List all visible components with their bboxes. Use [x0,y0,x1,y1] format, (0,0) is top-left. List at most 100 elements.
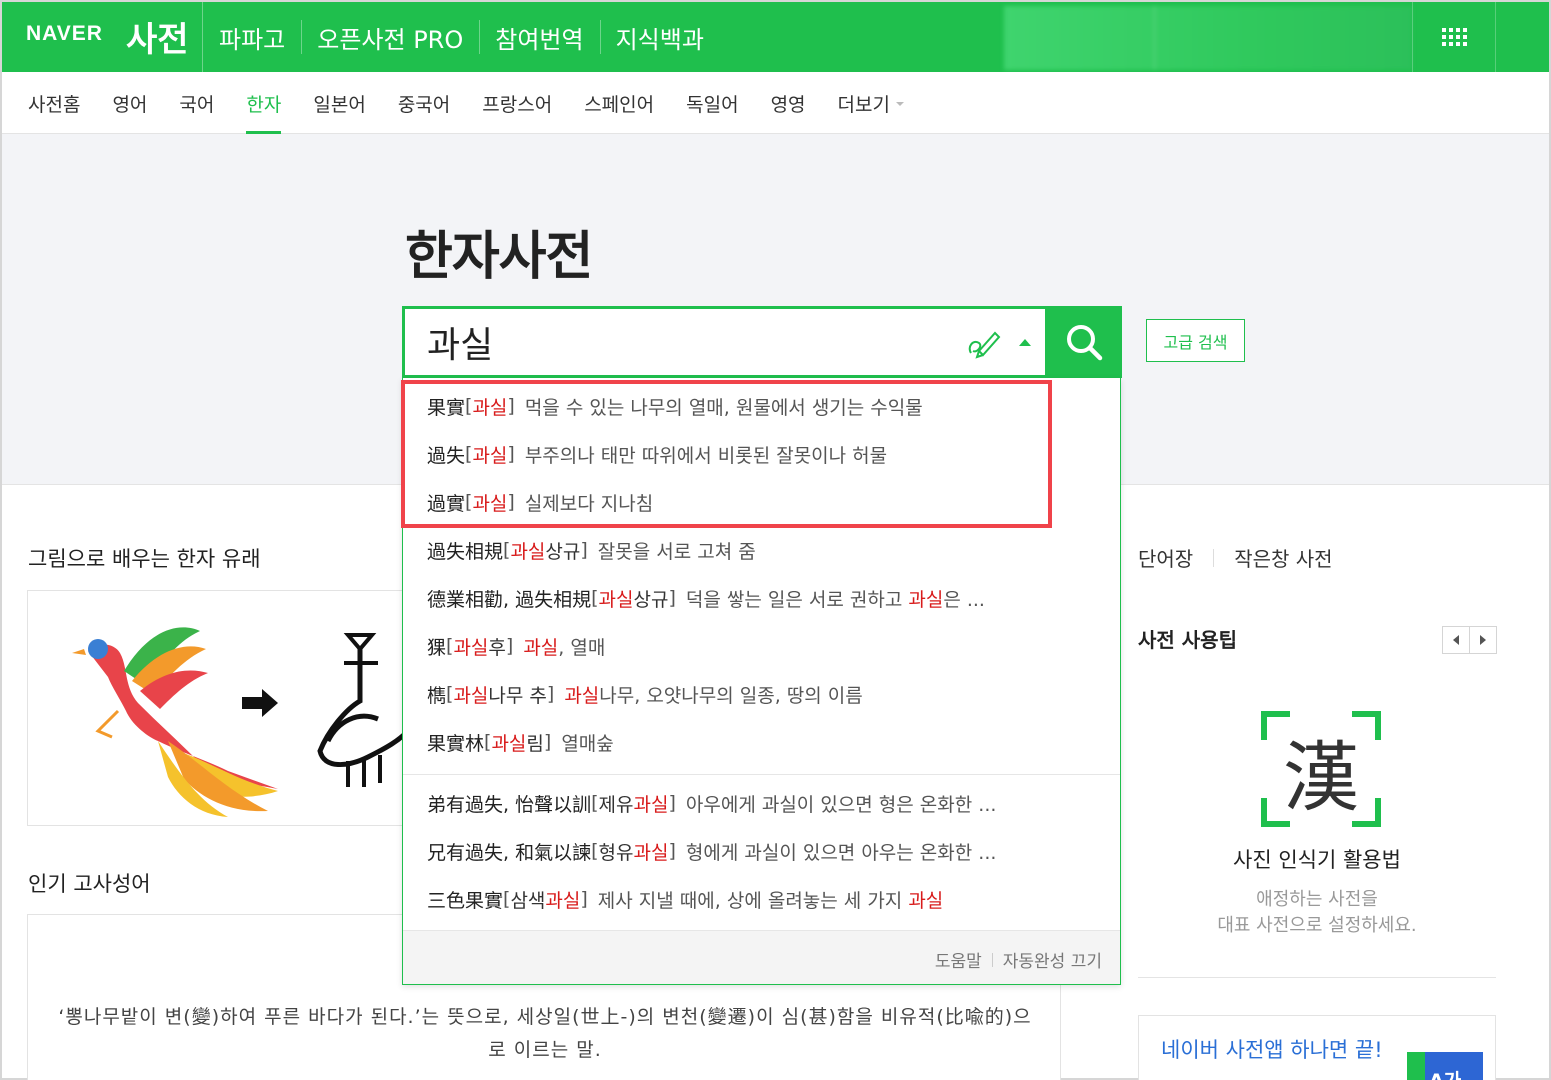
top-bar: NAVER 사전 파파고 오픈사전 PRO 참여번역 지식백과 [2,2,1549,72]
photo-recognizer-title[interactable]: 사진 인식기 활용법 [1138,844,1496,874]
chevron-up-icon[interactable] [1019,339,1031,346]
bracket: ] [507,443,515,465]
bracket: ] [580,888,588,910]
bracket: [ [465,491,473,513]
item-reading: 나무 추 [488,684,547,707]
wordbook-link[interactable]: 단어장 [1138,543,1193,572]
naver-logo[interactable]: NAVER [26,22,103,46]
autocomplete-item[interactable]: 過失[과실] 부주의나 태만 따위에서 비롯된 잘못이나 허물 [427,439,887,469]
autocomplete-item[interactable]: 德業相勸, 過失相規[ 과실 상규] 덕을 쌓는 일은 서로 권하고 과실은 ... [427,583,985,613]
item-meaning: 실제보다 지나침 [524,492,654,515]
tab-hanja[interactable]: 한자 [230,72,297,134]
item-meaning-part: 나무, 오얏나무의 일종, 땅의 이름 [599,684,863,707]
bracket: ] [505,635,514,657]
bracket: [ [591,587,599,609]
item-meaning: 과실나무, 오얏나무의 일종, 땅의 이름 [564,681,862,708]
autocomplete-help-link[interactable]: 도움말 [935,947,982,972]
tips-pager [1442,626,1497,654]
tab-english[interactable]: 영어 [96,72,163,134]
item-reading: 제유 [598,793,634,816]
item-hanja: 果實林 [427,732,485,755]
bracket: [ [465,443,473,465]
item-hanja: 檇 [427,684,447,707]
app-promo-card[interactable]: 네이버 사전앱 하나면 끝! A가 [1138,1015,1496,1080]
tab-german[interactable]: 독일어 [670,72,754,134]
hanja-char: 漢 [1283,733,1359,822]
bracket: ] [507,491,515,513]
search-input[interactable] [427,317,947,367]
utility-links: 단어장 작은창 사전 [1138,543,1333,572]
search-button[interactable] [1046,306,1122,378]
apps-grid-icon[interactable] [1412,2,1496,72]
phoenix-illustration [72,627,406,817]
autocomplete-item[interactable]: 過失相規[과실 상규] 잘못을 서로 고쳐 줌 [427,535,756,565]
next-button[interactable] [1469,627,1496,653]
item-meaning: 부주의나 태만 따위에서 비롯된 잘못이나 허물 [524,444,888,467]
item-meaning-match: 과실 [908,889,944,912]
top-nav-encyclopedia[interactable]: 지식백과 [599,2,720,72]
handwriting-input-icon[interactable] [965,327,1003,361]
tab-more-label: 더보기 [837,93,890,116]
blurred-user-area [1004,6,1412,70]
dictionary-logo[interactable]: 사전 [126,12,189,61]
bracket: ] [580,539,588,561]
item-hanja: 過失相規 [427,540,504,563]
mini-dictionary-link[interactable]: 작은창 사전 [1234,543,1332,572]
autocomplete-item[interactable]: 檇[과실 나무 추] 과실나무, 오얏나무의 일종, 땅의 이름 [427,679,863,709]
origin-section-title: 그림으로 배우는 한자 유래 [28,547,261,571]
item-reading-match: 과실 [453,636,489,659]
app-promo-text: 네이버 사전앱 하나면 끝! [1161,1038,1383,1062]
item-reading: 상규 [545,540,581,563]
autocomplete-item[interactable]: 果實[과실] 먹을 수 있는 나무의 열매, 원물에서 생기는 수익물 [427,391,923,421]
tab-spanish[interactable]: 스페인어 [568,72,670,134]
item-hanja: 果實 [427,396,466,419]
item-meaning: 먹을 수 있는 나무의 열매, 원물에서 생기는 수익물 [524,396,923,419]
item-reading-match: 과실 [598,588,634,611]
item-meaning-match: 과실 [523,636,559,659]
tab-japanese[interactable]: 일본어 [297,72,381,134]
tab-english-english[interactable]: 영영 [755,72,822,134]
item-meaning: 제사 지낼 때에, 상에 올려놓는 세 가지 과실 [598,886,944,913]
item-hanja: 兄有過失, 和氣以諫 [427,841,592,864]
divider [1213,548,1215,567]
bracket: ] [668,792,676,814]
item-reading: 형유 [598,841,634,864]
autocomplete-item[interactable]: 兄有過失, 和氣以諫[형유 과실] 형에게 과실이 있으면 아우는 온화한 ... [427,836,996,866]
top-nav-opendict-pro[interactable]: 오픈사전 PRO [301,2,479,72]
idiom-description: ‘뽕나무밭이 변(變)하여 푸른 바다가 된다.’는 뜻으로, 세상일(世上-)… [58,1006,1032,1061]
item-reading-match: 과실 [472,492,508,515]
photo-desc-line-2: 대표 사전으로 설정하세요. [1217,915,1417,936]
chevron-down-icon [895,102,904,106]
popular-idioms-title: 인기 고사성어 [28,872,151,896]
tab-home[interactable]: 사전홈 [12,72,96,134]
autocomplete-item[interactable]: 弟有過失, 怡聲以訓[제유 과실] 아우에게 과실이 있으면 형은 온화한 ... [427,788,996,818]
item-meaning-part: , 열매 [558,636,606,659]
advanced-search-button[interactable]: 고급 검색 [1146,319,1245,362]
photo-recognizer-icon[interactable]: 漢 [1260,710,1382,828]
item-reading-match: 과실 [453,684,489,707]
prev-button[interactable] [1443,627,1469,653]
item-hanja: 弟有過失, 怡聲以訓 [427,793,592,816]
app-icon: A가 [1407,1052,1483,1080]
chevron-right-icon [1480,635,1486,645]
autocomplete-item[interactable]: 三色果實[삼색 과실] 제사 지낼 때에, 상에 올려놓는 세 가지 과실 [427,884,943,914]
bracket: ] [668,840,676,862]
photo-recognizer-desc: 애정하는 사전을 대표 사전으로 설정하세요. [1138,887,1496,939]
top-nav-papago[interactable]: 파파고 [202,2,301,72]
autocomplete-off-link[interactable]: 자동완성 끄기 [1003,947,1102,972]
top-nav-translation[interactable]: 참여번역 [479,2,599,72]
item-hanja: 過失 [427,444,466,467]
item-meaning: 열매숲 [561,732,614,755]
item-reading-match: 과실 [633,841,669,864]
origin-illustration-card[interactable] [27,590,407,826]
tab-more[interactable]: 더보기 [822,72,920,134]
bracket: [ [484,731,492,753]
item-meaning: 과실, 열매 [523,633,605,660]
tab-french[interactable]: 프랑스어 [466,72,568,134]
autocomplete-item[interactable]: 過實[과실] 실제보다 지나침 [427,487,653,517]
autocomplete-item[interactable]: 猓[과실 후] 과실, 열매 [427,631,605,661]
autocomplete-item[interactable]: 果實林[과실 림] 열매숲 [427,727,614,757]
tab-korean[interactable]: 국어 [163,72,230,134]
tab-chinese[interactable]: 중국어 [382,72,466,134]
item-reading-match: 과실 [633,793,669,816]
